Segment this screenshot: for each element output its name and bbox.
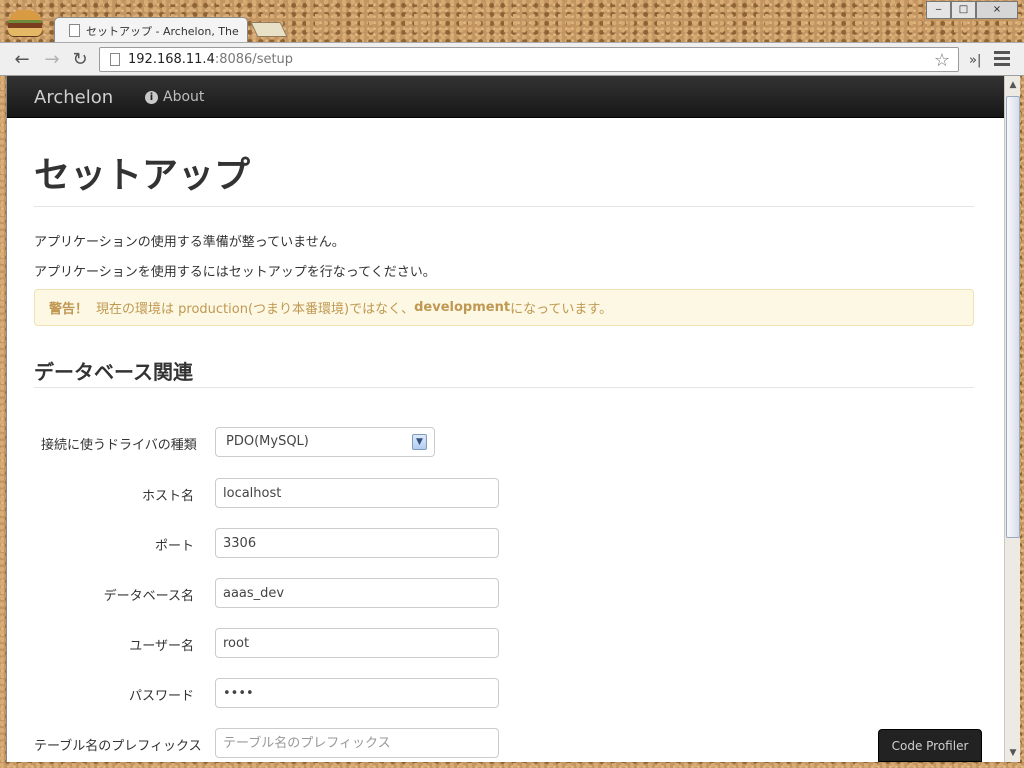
- page-icon: [110, 53, 120, 66]
- page-title: セットアップ: [34, 155, 251, 196]
- maximize-button[interactable]: □: [951, 1, 976, 19]
- prefix-input[interactable]: [215, 728, 499, 758]
- password-input[interactable]: [215, 678, 499, 708]
- about-link[interactable]: i About: [145, 89, 204, 105]
- url-text[interactable]: 192.168.11.4:8086/setup: [128, 52, 293, 67]
- page-icon: [69, 24, 80, 37]
- host-input[interactable]: [215, 478, 499, 508]
- brand-link[interactable]: Archelon: [34, 87, 113, 108]
- browser-tab[interactable]: セットアップ - Archelon, The: [54, 17, 248, 43]
- database-section-title: データベース関連: [34, 360, 193, 384]
- database-label: データベース名: [103, 589, 194, 604]
- database-input[interactable]: [215, 578, 499, 608]
- minimize-button[interactable]: ‒: [926, 1, 951, 19]
- port-row: ポート: [34, 528, 554, 558]
- user-input[interactable]: [215, 628, 499, 658]
- user-label: ユーザー名: [129, 639, 194, 654]
- warning-alert: 警告！ 現在の環境は production(つまり本番環境)ではなく、 deve…: [34, 289, 974, 326]
- extensions-icon[interactable]: »|: [969, 53, 981, 68]
- new-tab-button[interactable]: [250, 22, 288, 37]
- top-navbar: Archelon i About: [7, 76, 1004, 118]
- scroll-up-icon[interactable]: ▲: [1006, 78, 1020, 92]
- alert-text-before: 現在の環境は production(つまり本番環境)ではなく、: [96, 302, 415, 317]
- database-row: データベース名: [34, 578, 554, 608]
- forward-icon[interactable]: →: [40, 48, 64, 72]
- port-label: ポート: [154, 539, 194, 554]
- address-bar[interactable]: 192.168.11.4:8086/setup ☆: [99, 47, 959, 72]
- port-input[interactable]: [215, 528, 499, 558]
- intro-text-1: アプリケーションの使用する準備が整っていません。: [34, 235, 345, 250]
- user-row: ユーザー名: [34, 628, 554, 658]
- web-page: Archelon i About セットアップ アプリケーションの使用する準備が…: [6, 76, 1004, 762]
- star-icon[interactable]: ☆: [934, 50, 950, 71]
- intro-text-2: アプリケーションを使用するにはセットアップを行なってください。: [34, 265, 436, 280]
- browser-avatar-icon: [8, 10, 42, 36]
- scrollbar-thumb[interactable]: [1006, 96, 1020, 538]
- menu-icon[interactable]: [994, 51, 1010, 69]
- reload-icon[interactable]: ↻: [68, 48, 92, 72]
- scroll-down-icon[interactable]: ▼: [1006, 746, 1020, 760]
- host-row: ホスト名: [34, 478, 554, 508]
- driver-row: 接続に使うドライバの種類 PDO(MySQL) ▼: [34, 427, 554, 457]
- password-row: パスワード: [34, 678, 554, 708]
- host-label: ホスト名: [141, 489, 194, 504]
- section-divider: [34, 387, 974, 388]
- close-button[interactable]: ×: [976, 1, 1018, 19]
- vertical-scrollbar[interactable]: ▲ ▼: [1004, 76, 1020, 762]
- prefix-row: テーブル名のプレフィックス: [34, 728, 554, 758]
- code-profiler-button[interactable]: Code Profiler: [878, 729, 982, 762]
- alert-label: 警告！: [49, 302, 89, 317]
- chevron-down-icon[interactable]: ▼: [412, 434, 427, 450]
- alert-text-after: になっています。: [510, 302, 613, 317]
- title-divider: [34, 206, 974, 207]
- tab-title: セットアップ - Archelon, The: [86, 24, 239, 38]
- prefix-label: テーブル名のプレフィックス: [34, 739, 202, 754]
- back-icon[interactable]: ←: [10, 48, 34, 72]
- password-label: パスワード: [128, 689, 194, 704]
- browser-tabstrip: セットアップ - Archelon, The ‒ □ ×: [0, 0, 1024, 43]
- browser-toolbar: ← → ↻ 192.168.11.4:8086/setup ☆ »|: [0, 42, 1024, 76]
- alert-environment: development: [414, 300, 511, 315]
- driver-label: 接続に使うドライバの種類: [41, 438, 197, 453]
- driver-select[interactable]: PDO(MySQL) ▼: [215, 427, 435, 457]
- info-icon: i: [145, 90, 158, 104]
